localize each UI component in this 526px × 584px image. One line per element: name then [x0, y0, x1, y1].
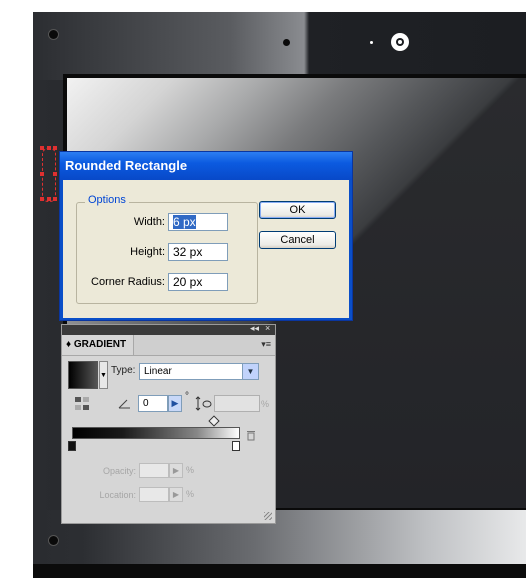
gradient-midpoint-handle[interactable]: [208, 415, 220, 427]
height-field[interactable]: 32 px: [168, 243, 228, 261]
opacity-label: Opacity:: [102, 466, 136, 476]
gradient-slider[interactable]: [72, 427, 240, 439]
corner-radius-field[interactable]: 20 px: [168, 273, 228, 291]
angle-stepper-arrow-icon[interactable]: ▶: [168, 395, 182, 412]
panel-title-strip[interactable]: ◂◂ ×: [62, 323, 275, 335]
dropdown-arrow-icon[interactable]: ▼: [242, 364, 258, 379]
type-select-value: Linear: [144, 366, 172, 377]
opacity-unit: %: [186, 465, 195, 475]
screw-icon: [49, 30, 58, 39]
aspect-ratio-unit: %: [261, 399, 270, 409]
ok-button[interactable]: OK: [259, 201, 336, 219]
panel-tab-bar: ♦ GRADIENT ▾≡: [62, 335, 275, 356]
resize-grip-icon[interactable]: [264, 512, 272, 520]
device-bottom-edge: [33, 564, 526, 578]
angle-field[interactable]: 0: [138, 395, 168, 412]
corner-radius-label: Corner Radius:: [91, 276, 165, 288]
gradient-swatch[interactable]: [68, 361, 98, 389]
height-label: Height:: [130, 246, 165, 258]
dialog-title[interactable]: Rounded Rectangle: [60, 152, 352, 180]
dialog-body: Options Width: 6 px Height: 32 px Corner…: [63, 180, 349, 318]
gradient-panel: ◂◂ × ♦ GRADIENT ▾≡ ▼ Type: Linear ▼ 0 ▶ …: [61, 323, 276, 524]
trash-icon[interactable]: [246, 429, 256, 441]
camera-dot: [283, 39, 290, 46]
reverse-gradient-icon[interactable]: [74, 396, 92, 412]
sensor-dot: [370, 41, 373, 44]
location-stepper-arrow-icon[interactable]: ▶: [169, 487, 183, 502]
camera-lens-icon: [391, 33, 409, 51]
gradient-stop-black[interactable]: [68, 441, 76, 451]
opacity-stepper-arrow-icon[interactable]: ▶: [169, 463, 183, 478]
width-field-value: 6 px: [173, 215, 196, 229]
angle-icon: [118, 399, 130, 409]
tab-gradient-label: GRADIENT: [73, 339, 127, 350]
gradient-stop-white[interactable]: [232, 441, 240, 451]
location-field[interactable]: [139, 487, 169, 502]
location-label: Location:: [99, 490, 136, 500]
tab-arrows-icon: ♦: [66, 339, 72, 350]
close-icon[interactable]: ×: [265, 323, 270, 333]
device-top-bezel: [33, 12, 526, 80]
swatch-dropdown-icon[interactable]: ▼: [99, 361, 108, 389]
width-field[interactable]: 6 px: [168, 213, 228, 231]
options-legend: Options: [85, 194, 129, 206]
aspect-ratio-icon: [195, 396, 212, 411]
cancel-button[interactable]: Cancel: [259, 231, 336, 249]
width-label: Width:: [133, 216, 165, 228]
selected-rounded-rectangle[interactable]: [40, 146, 57, 202]
rounded-rectangle-dialog: Rounded Rectangle Options Width: 6 px He…: [59, 151, 353, 321]
panel-menu-icon[interactable]: ▾≡: [261, 339, 271, 350]
angle-degree-unit: °: [185, 391, 189, 402]
type-label: Type:: [111, 365, 136, 376]
aspect-ratio-field[interactable]: [214, 395, 260, 412]
location-unit: %: [186, 489, 195, 499]
opacity-field[interactable]: [139, 463, 169, 478]
screw-icon: [49, 536, 58, 545]
collapse-icon[interactable]: ◂◂: [250, 323, 259, 334]
type-select[interactable]: Linear ▼: [139, 363, 259, 380]
tab-gradient[interactable]: ♦ GRADIENT: [62, 335, 134, 355]
